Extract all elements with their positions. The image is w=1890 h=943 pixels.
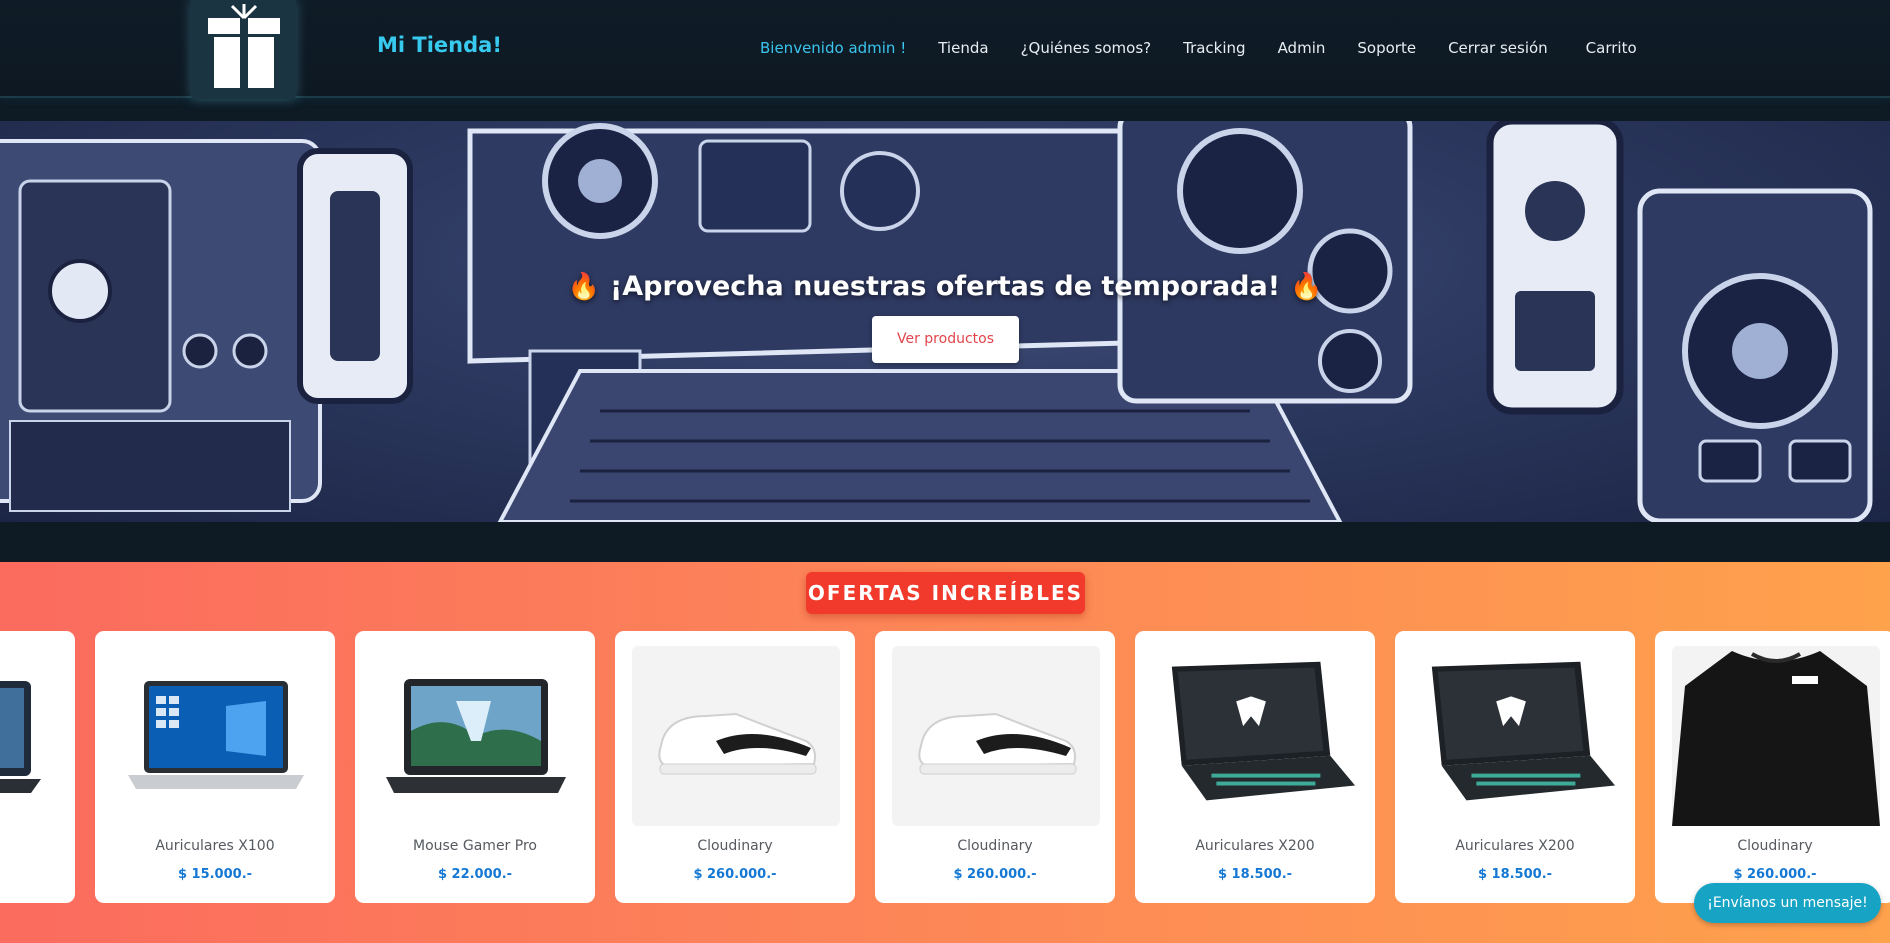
fire-icon: 🔥 — [567, 272, 600, 302]
product-name: Cloudinary — [957, 838, 1033, 854]
gaming-laptop-image — [1412, 646, 1620, 826]
navbar: Mi Tienda! Bienvenido admin ! Tienda ¿Qu… — [0, 0, 1890, 99]
product-price: $ 260.000.- — [693, 867, 777, 882]
product-price: $ 15.000.- — [177, 867, 253, 882]
product-price: $ 22.000.- — [437, 867, 513, 882]
product-price: $ 260.000.- — [1733, 867, 1817, 882]
sneaker-image — [892, 646, 1100, 826]
nav-links: Bienvenido admin ! Tienda ¿Quiénes somos… — [760, 36, 1637, 60]
nav-item-quienes-somos[interactable]: ¿Quiénes somos? — [1021, 36, 1152, 60]
product-name: Cloudinary — [1737, 838, 1813, 854]
laptop-image — [112, 646, 320, 826]
product-name: Mouse Gamer Pro — [413, 838, 537, 854]
product-card[interactable]: Mouse Gamer Pro $ 22.000.- — [355, 631, 595, 903]
product-name: ro — [0, 838, 75, 854]
chat-message-button[interactable]: ¡Envíanos un mensaje! — [1694, 883, 1881, 923]
sneaker-image — [632, 646, 840, 826]
product-name: Auriculares X200 — [1455, 838, 1575, 854]
product-card[interactable]: ro — [0, 631, 75, 903]
ofertas-section: OFERTAS INCREÍBLES ro — [0, 562, 1890, 943]
nav-item-cerrar-sesion[interactable]: Cerrar sesión — [1448, 36, 1548, 60]
laptop-image — [0, 646, 60, 826]
fire-icon: 🔥 — [1290, 272, 1323, 302]
product-name: Auriculares X200 — [1195, 838, 1315, 854]
product-card[interactable]: Cloudinary $ 260.000.- — [1655, 631, 1890, 903]
nav-item-soporte[interactable]: Soporte — [1357, 36, 1416, 60]
product-card[interactable]: Cloudinary $ 260.000.- — [875, 631, 1115, 903]
gaming-laptop-image — [1152, 646, 1360, 826]
laptop-image — [372, 646, 580, 826]
sweatshirt-image — [1672, 646, 1880, 826]
nav-item-tracking[interactable]: Tracking — [1183, 36, 1245, 60]
nav-item-carrito[interactable]: Carrito — [1586, 36, 1637, 60]
ofertas-title: OFERTAS INCREÍBLES — [806, 572, 1085, 614]
product-card[interactable]: Cloudinary $ 260.000.- — [615, 631, 855, 903]
product-price: $ 18.500.- — [1477, 867, 1553, 882]
hero-banner: 🔥 ¡Aprovecha nuestras ofertas de temporad… — [0, 121, 1890, 522]
product-price: $ 260.000.- — [953, 867, 1037, 882]
hero-title-text: ¡Aprovecha nuestras ofertas de temporada… — [609, 271, 1281, 302]
product-name: Cloudinary — [697, 838, 773, 854]
nav-welcome[interactable]: Bienvenido admin ! — [760, 36, 906, 60]
brand-title[interactable]: Mi Tienda! — [377, 33, 502, 57]
hero-title: 🔥 ¡Aprovecha nuestras ofertas de temporad… — [0, 271, 1890, 302]
product-card[interactable]: Auriculares X200 $ 18.500.- — [1395, 631, 1635, 903]
product-carousel[interactable]: ro Auriculares X100 $ 15.000 — [0, 631, 1890, 903]
product-card[interactable]: Auriculares X200 $ 18.500.- — [1135, 631, 1375, 903]
ver-productos-button[interactable]: Ver productos — [872, 316, 1019, 363]
product-card[interactable]: Auriculares X100 $ 15.000.- — [95, 631, 335, 903]
product-price: $ 18.500.- — [1217, 867, 1293, 882]
product-name: Auriculares X100 — [155, 838, 275, 854]
nav-item-admin[interactable]: Admin — [1278, 36, 1326, 60]
nav-item-tienda[interactable]: Tienda — [938, 36, 988, 60]
gift-logo-icon[interactable] — [191, 0, 296, 99]
